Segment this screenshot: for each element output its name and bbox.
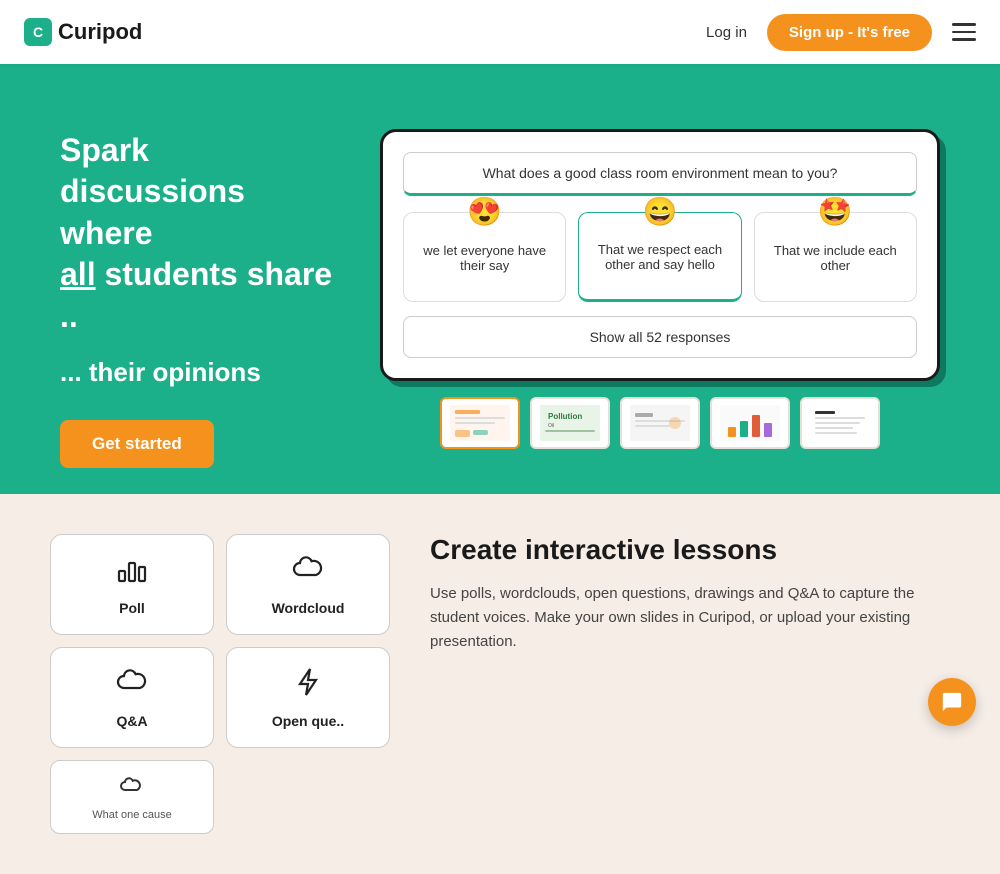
signup-button[interactable]: Sign up - It's free xyxy=(767,14,932,51)
slide-thumb-inner-4 xyxy=(712,399,788,447)
response-emoji-2: 😄 xyxy=(643,195,678,228)
headline-underline: all xyxy=(60,256,96,292)
lower-description: Use polls, wordclouds, open questions, d… xyxy=(430,582,950,654)
login-link[interactable]: Log in xyxy=(706,24,747,41)
feature-card-qa[interactable]: Q&A xyxy=(50,647,214,748)
feature-card-wordcloud[interactable]: Wordcloud xyxy=(226,534,390,635)
hamburger-line-3 xyxy=(952,38,976,41)
hamburger-line-2 xyxy=(952,31,976,34)
response-text-2: That we respect each other and say hello xyxy=(591,242,728,272)
logo-text: Curipod xyxy=(58,19,142,45)
logo: C Curipod xyxy=(24,18,142,46)
feature-label-openque: Open que.. xyxy=(272,713,344,729)
hero-section: Spark discussions where all students sha… xyxy=(0,64,1000,494)
hero-subtitle: ... their opinions xyxy=(60,357,340,388)
response-card-1: 😍 we let everyone have their say xyxy=(403,212,566,302)
response-text-1: we let everyone have their say xyxy=(416,243,553,273)
show-responses-button[interactable]: Show all 52 responses xyxy=(403,316,917,358)
feature-card-poll[interactable]: Poll xyxy=(50,534,214,635)
slide-thumb-4[interactable] xyxy=(710,397,790,449)
response-text-3: That we include each other xyxy=(767,243,904,273)
mockup-card: What does a good class room environment … xyxy=(380,129,940,381)
response-emoji-1: 😍 xyxy=(467,195,502,228)
headline-part2: students share .. xyxy=(60,256,332,334)
mini-cloud-icon xyxy=(120,773,144,803)
svg-text:Oil: Oil xyxy=(548,423,554,429)
slide-thumb-3[interactable] xyxy=(620,397,700,449)
feature-card-mini-1[interactable]: What one cause xyxy=(50,760,214,834)
slide-thumb-2[interactable]: Pollution Oil xyxy=(530,397,610,449)
slide-thumb-inner-1 xyxy=(442,399,518,447)
slide-thumb-inner-3 xyxy=(622,399,698,447)
slide-thumb-inner-2: Pollution Oil xyxy=(532,399,608,447)
feature-grid: Poll Wordcloud Q&A Open xyxy=(50,534,390,834)
slide-thumb-5[interactable] xyxy=(800,397,880,449)
logo-icon: C xyxy=(24,18,52,46)
feature-label-qa: Q&A xyxy=(116,713,147,729)
response-card-3: 🤩 That we include each other xyxy=(754,212,917,302)
hamburger-line-1 xyxy=(952,23,976,26)
slide-thumb-1[interactable] xyxy=(440,397,520,449)
lightning-icon xyxy=(292,666,324,705)
feature-label-poll: Poll xyxy=(119,600,145,616)
svg-text:Pollution: Pollution xyxy=(548,412,582,421)
lower-heading: Create interactive lessons xyxy=(430,534,950,566)
hero-text: Spark discussions where all students sha… xyxy=(60,130,340,469)
hamburger-menu[interactable] xyxy=(952,23,976,41)
slide-thumb-inner-5 xyxy=(802,399,878,447)
response-emoji-3: 🤩 xyxy=(818,195,853,228)
lower-section: Poll Wordcloud Q&A Open xyxy=(0,494,1000,874)
response-cards: 😍 we let everyone have their say 😄 That … xyxy=(403,212,917,302)
slide-thumbnails: Pollution Oil xyxy=(440,397,880,449)
feature-card-openque[interactable]: Open que.. xyxy=(226,647,390,748)
mini-label-1: What one cause xyxy=(92,809,172,821)
right-content: Create interactive lessons Use polls, wo… xyxy=(430,534,950,654)
cloud-icon-qa xyxy=(116,666,148,705)
hero-headline: Spark discussions where all students sha… xyxy=(60,130,340,338)
cloud-icon-wordcloud xyxy=(292,553,324,592)
headline-part1: Spark discussions where xyxy=(60,132,245,251)
mockup-wrapper: What does a good class room environment … xyxy=(380,129,940,469)
response-card-2: 😄 That we respect each other and say hel… xyxy=(578,212,741,302)
nav-right: Log in Sign up - It's free xyxy=(706,14,976,51)
bar-chart-icon xyxy=(116,553,148,592)
navbar: C Curipod Log in Sign up - It's free xyxy=(0,0,1000,64)
mockup-question: What does a good class room environment … xyxy=(403,152,917,196)
get-started-button[interactable]: Get started xyxy=(60,420,214,468)
chat-button[interactable] xyxy=(928,678,976,726)
feature-label-wordcloud: Wordcloud xyxy=(272,600,345,616)
